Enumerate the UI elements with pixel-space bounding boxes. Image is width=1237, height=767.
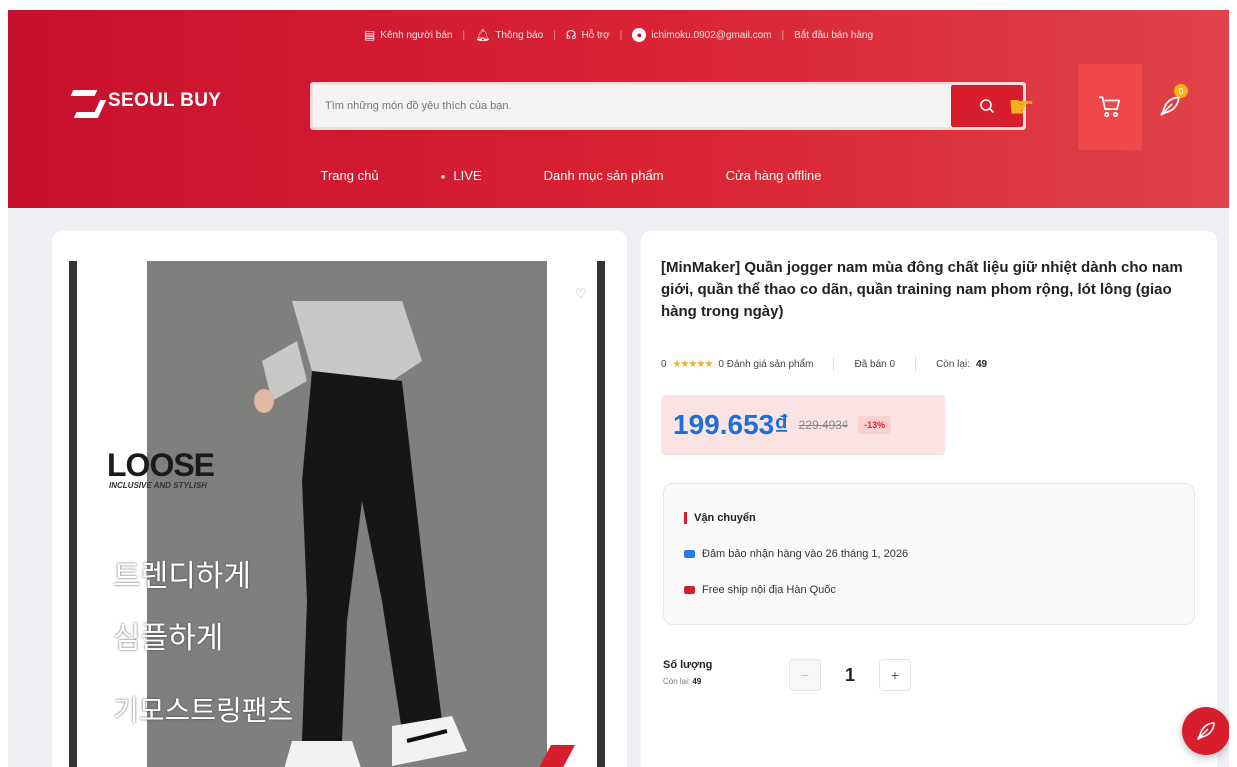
product-info-card: [MinMaker] Quần jogger nam mùa đông chất… [641, 231, 1217, 767]
brand-name: SEOUL BUY [108, 90, 222, 111]
account-link[interactable]: ● ichimoku.0902@gmail.com [632, 28, 771, 42]
sold-count: Đã bán 0 [854, 358, 896, 370]
product-title: [MinMaker] Quần jogger nam mùa đông chất… [661, 259, 1183, 320]
shipping-box: Vận chuyển Đảm bảo nhận hàng vào 26 thán… [663, 483, 1195, 625]
nav-live[interactable]: LIVE [441, 168, 481, 183]
top-utility-bar: ▤ Kênh người bán | 🔔︎ Thông báo | ☊ Hỗ t… [8, 28, 1229, 42]
notifications-link[interactable]: 🔔︎ Thông báo [475, 28, 543, 42]
product-photo[interactable]: ♡ LOOSE INCLUSIVE AND STYLISH 트렌디하게 심플하게… [69, 261, 605, 767]
quantity-label: Số lượng [663, 659, 713, 671]
quantity-stock: Còn lại: 49 [663, 677, 701, 686]
divider: | [462, 29, 466, 41]
bell-icon: 🔔︎ [475, 28, 491, 42]
start-selling-label: Bắt đầu bán hàng [794, 29, 874, 41]
rating-stars-icon: ★★★★★ [672, 358, 714, 370]
review-count[interactable]: 0 Đánh giá sản phẩm [718, 359, 813, 370]
quantity-stepper: − 1 + [789, 659, 911, 691]
decrease-quantity-button[interactable]: − [789, 659, 821, 691]
store-icon: ▤ [363, 28, 376, 42]
quantity-stock-value: 49 [692, 677, 702, 686]
nav-offline-store[interactable]: Cửa hàng offline [726, 168, 822, 183]
search-bar [310, 82, 1026, 130]
stock-value: 49 [975, 358, 988, 370]
nav-categories[interactable]: Danh mục sản phẩm [544, 168, 664, 183]
support-label: Hỗ trợ [581, 29, 610, 41]
main-nav: Trang chủ LIVE Danh mục sản phẩm Cửa hàn… [8, 168, 1229, 183]
price-box: 199.653₫ 229.493₫ -13% [661, 395, 945, 455]
account-menu-button[interactable]: 0 [1152, 84, 1188, 124]
notification-badge: 0 [1174, 84, 1188, 98]
stock-label: Còn lại: [936, 358, 970, 370]
headset-icon: ☊ [565, 28, 577, 42]
wishlist-heart-icon[interactable]: ♡ [575, 286, 587, 302]
rating-value: 0 [661, 358, 667, 370]
free-ship-info: Free ship nội địa Hàn Quốc [684, 584, 836, 596]
increase-quantity-button[interactable]: + [879, 659, 911, 691]
search-icon [980, 99, 995, 114]
current-price: 199.653₫ [673, 409, 789, 440]
chat-button[interactable] [1182, 707, 1229, 755]
original-price: 229.493₫ [798, 418, 849, 432]
chat-icon [1197, 722, 1215, 740]
divider: | [553, 29, 556, 41]
seller-channel-label: Kênh người bán [380, 29, 453, 41]
logo-mark-icon [72, 88, 100, 114]
notifications-label: Thông báo [495, 29, 544, 41]
free-ship-text: Free ship nội địa Hàn Quốc [702, 584, 836, 596]
pointing-hand-icon: ☛ [1008, 91, 1035, 124]
image-korean-line-3: 기모스트링팬츠 [113, 695, 294, 726]
delivery-text: Đảm bảo nhận hàng vào 26 tháng 1, 2026 [702, 548, 909, 560]
image-korean-line-1: 트렌디하게 [113, 560, 251, 593]
truck-icon [684, 550, 695, 558]
search-input[interactable] [313, 100, 951, 112]
divider [915, 357, 917, 371]
quantity-value[interactable]: 1 [845, 665, 855, 686]
image-headline: LOOSE [107, 447, 215, 483]
site-header: ▤ Kênh người bán | 🔔︎ Thông báo | ☊ Hỗ t… [8, 10, 1229, 208]
discount-badge: -13% [858, 416, 892, 434]
nav-home[interactable]: Trang chủ [321, 168, 379, 183]
product-image-card: ♡ LOOSE INCLUSIVE AND STYLISH 트렌디하게 심플하게… [52, 231, 627, 767]
cart-button[interactable] [1078, 64, 1142, 150]
product-meta-row: 0 ★★★★★ 0 Đánh giá sản phẩm Đã bán 0 Còn… [661, 357, 987, 371]
image-korean-line-2: 심플하게 [113, 622, 224, 655]
shipping-title: Vận chuyển [684, 512, 756, 524]
cart-icon [1099, 96, 1121, 118]
account-email: ichimoku.0902@gmail.com [651, 29, 772, 41]
divider: | [781, 29, 785, 41]
quantity-stock-label: Còn lại: [663, 677, 691, 686]
delivery-van-icon [684, 586, 695, 594]
image-subline: INCLUSIVE AND STYLISH [109, 481, 207, 490]
divider [833, 357, 835, 371]
seller-channel-link[interactable]: ▤ Kênh người bán [364, 28, 453, 42]
user-avatar-icon: ● [632, 28, 647, 42]
page: ▤ Kênh người bán | 🔔︎ Thông báo | ☊ Hỗ t… [8, 10, 1229, 767]
divider: | [619, 29, 623, 41]
support-link[interactable]: ☊ Hỗ trợ [566, 28, 610, 42]
site-logo[interactable]: SEOUL BUY [72, 88, 221, 114]
start-selling-link[interactable]: Bắt đầu bán hàng [794, 30, 873, 41]
delivery-guarantee: Đảm bảo nhận hàng vào 26 tháng 1, 2026 [684, 548, 908, 560]
